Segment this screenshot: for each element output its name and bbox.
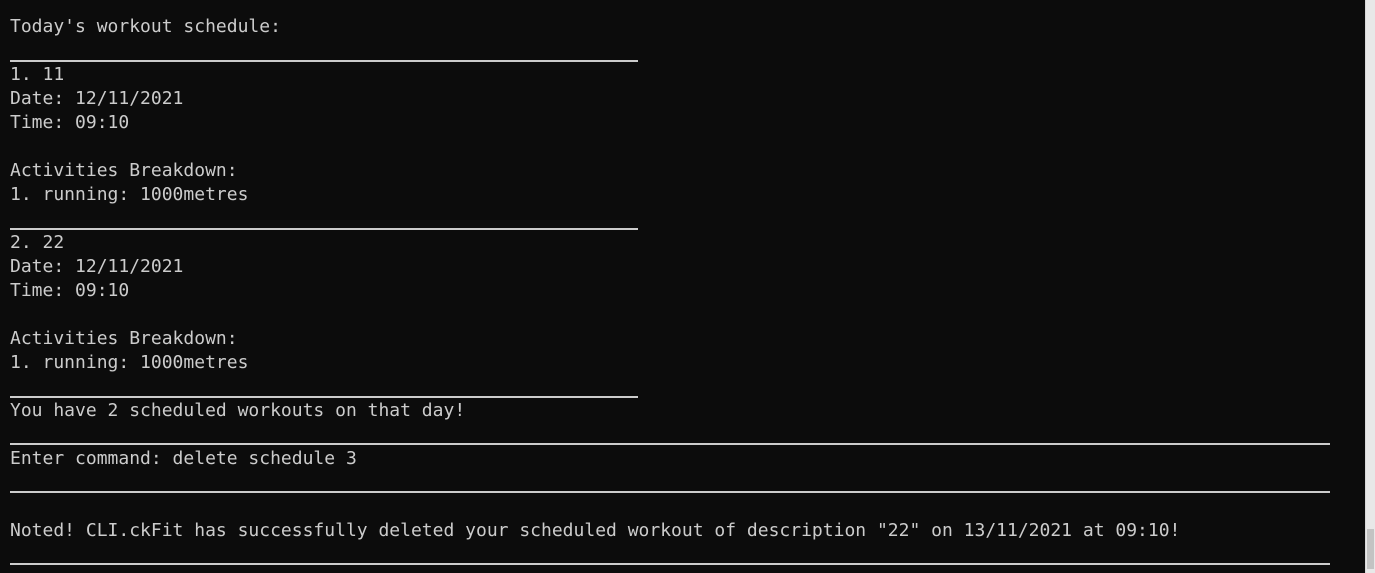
separator-line [10, 443, 1330, 445]
delete-confirmation-message: Noted! CLI.ckFit has successfully delete… [10, 520, 1181, 541]
scrollbar[interactable] [1365, 0, 1375, 573]
workout-date: Date: 12/11/2021 [10, 256, 184, 277]
separator-line [10, 60, 638, 62]
terminal-window[interactable]: Today's workout schedule: 1. 11 Date: 12… [0, 0, 1375, 573]
schedule-header: Today's workout schedule: [10, 16, 281, 37]
activities-breakdown-label: Activities Breakdown: [10, 328, 238, 349]
workout-date: Date: 12/11/2021 [10, 88, 184, 109]
schedule-summary: You have 2 scheduled workouts on that da… [10, 400, 466, 421]
activities-breakdown-label: Activities Breakdown: [10, 160, 238, 181]
activity-item: 1. running: 1000metres [10, 352, 249, 373]
workout-time: Time: 09:10 [10, 112, 130, 133]
workout-time: Time: 09:10 [10, 280, 130, 301]
activity-item: 1. running: 1000metres [10, 184, 249, 205]
separator-line [10, 563, 1330, 565]
separator-line [10, 228, 638, 230]
workout-title: 1. 11 [10, 64, 65, 85]
command-prompt[interactable]: Enter command: delete schedule 3 [10, 447, 357, 471]
separator-line [10, 396, 638, 398]
scrollbar-thumb[interactable] [1367, 529, 1374, 569]
separator-line [10, 491, 1330, 493]
workout-title: 2. 22 [10, 232, 65, 253]
